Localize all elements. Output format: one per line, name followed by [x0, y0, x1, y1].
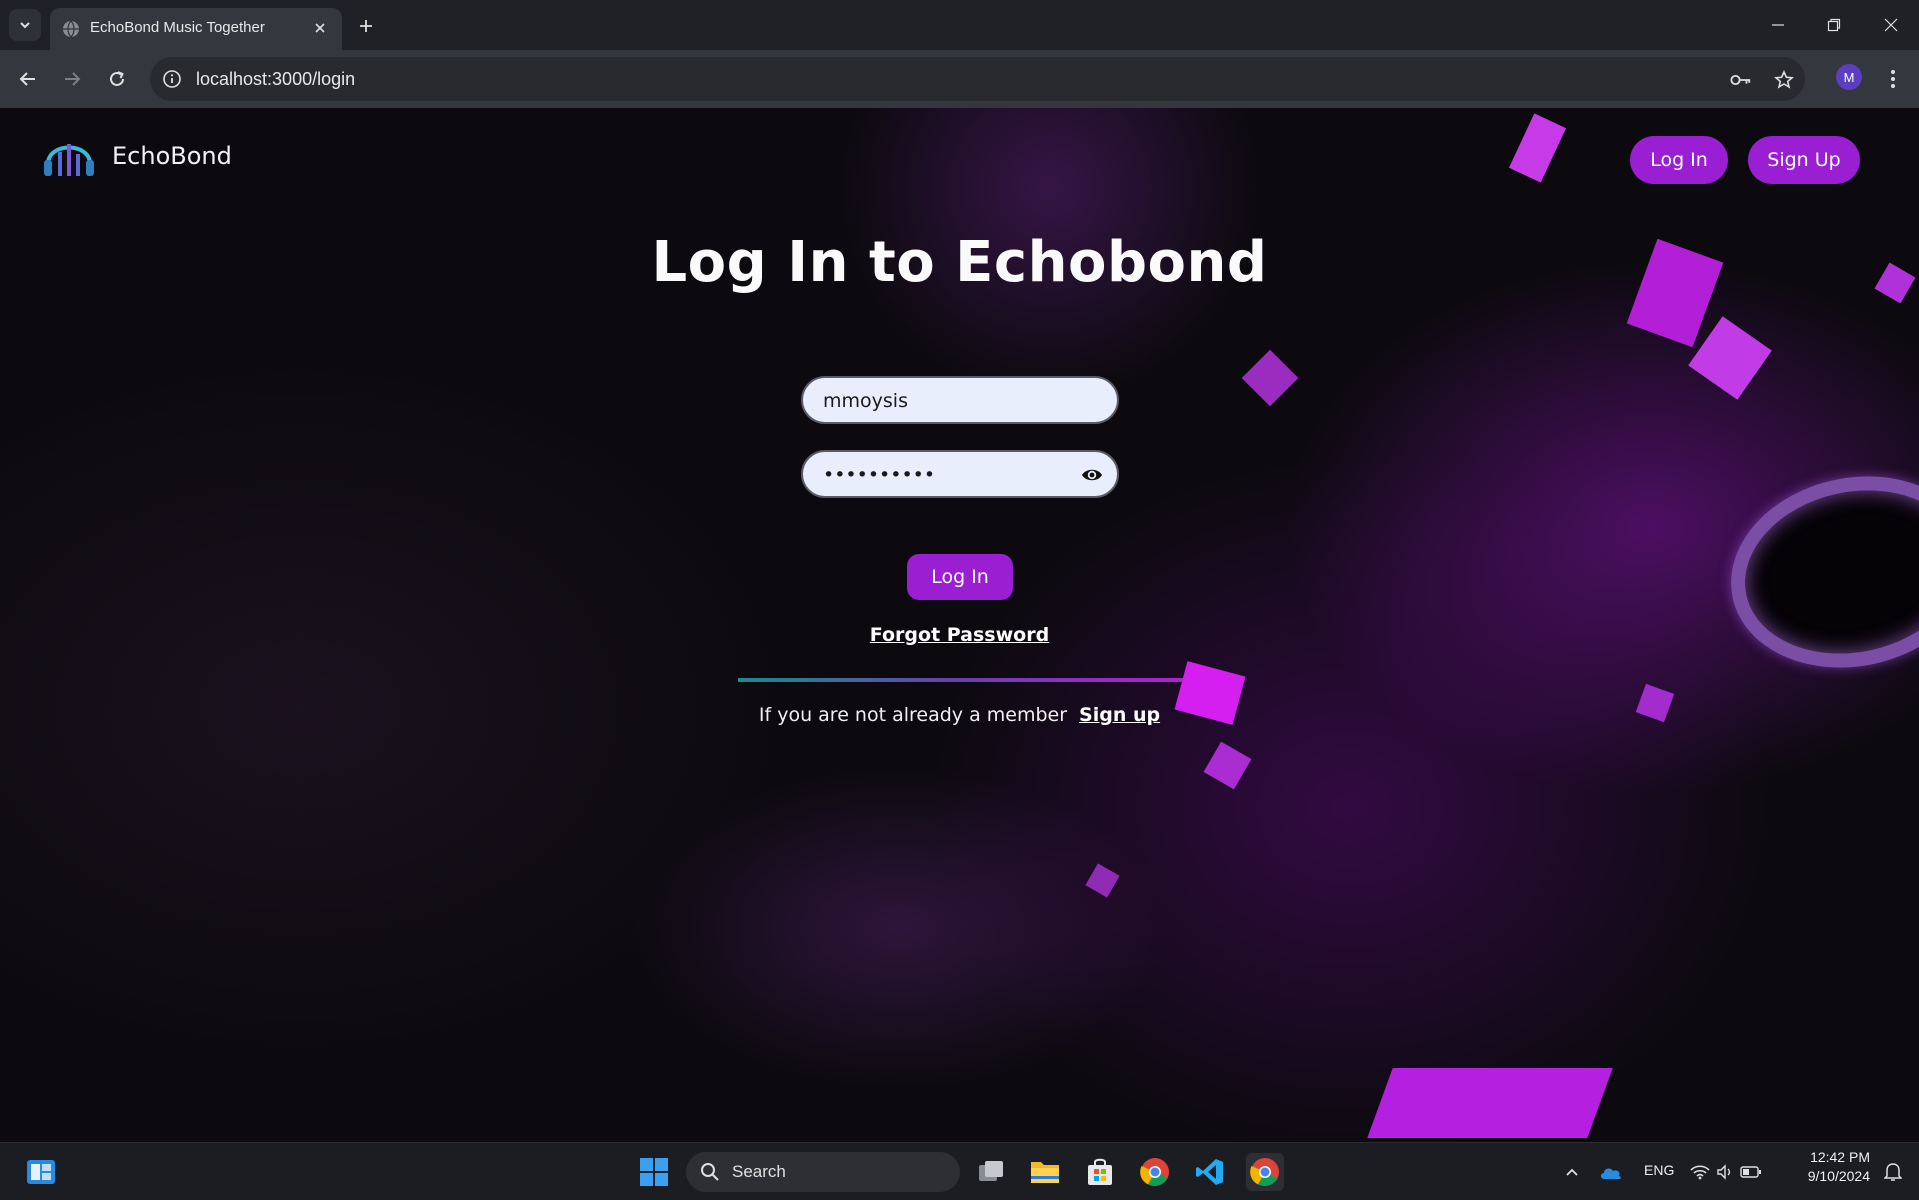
folder-icon	[1031, 1162, 1059, 1183]
brand-logo[interactable]: EchoBond	[40, 130, 232, 182]
shard-decoration	[1085, 863, 1120, 898]
minimize-icon	[1772, 24, 1784, 26]
store-icon	[1088, 1158, 1112, 1185]
password-key-button[interactable]	[1730, 69, 1752, 91]
clock[interactable]: 12:42 PM 9/10/2024	[1790, 1149, 1870, 1184]
taskbar-search[interactable]: Search	[686, 1152, 960, 1192]
quick-settings-button[interactable]	[1686, 1153, 1766, 1191]
browser-toolbar: localhost:3000/login M	[0, 50, 1919, 108]
login-submit-button[interactable]: Log In	[907, 554, 1013, 600]
search-icon	[701, 1163, 719, 1181]
new-tab-button[interactable]	[352, 12, 380, 40]
brand-name: EchoBond	[112, 142, 232, 170]
widgets-icon	[27, 1160, 55, 1184]
shard-decoration	[1688, 316, 1772, 400]
arrow-right-icon	[65, 72, 81, 86]
chrome-icon	[1250, 1158, 1279, 1187]
battery-icon	[1740, 1166, 1761, 1178]
arrow-left-icon	[19, 72, 35, 86]
restore-icon	[1827, 18, 1841, 32]
chevron-up-icon	[1566, 1168, 1578, 1176]
username-field[interactable]	[801, 376, 1119, 424]
username-input[interactable]	[821, 378, 1085, 424]
shard-decoration	[1241, 349, 1299, 407]
chrome-icon	[1140, 1158, 1169, 1187]
header-signup-button[interactable]: Sign Up	[1748, 136, 1860, 184]
browser-menu-button[interactable]	[1880, 64, 1906, 94]
tab-search-button[interactable]	[9, 9, 41, 41]
shard-decoration	[1203, 741, 1252, 790]
reload-icon	[110, 71, 124, 86]
store-button[interactable]	[1081, 1153, 1119, 1191]
forgot-password-link-text[interactable]: Forgot Password	[870, 624, 1049, 646]
bookmark-star-button[interactable]	[1773, 69, 1795, 91]
vscode-icon	[1196, 1159, 1223, 1185]
clock-time: 12:42 PM	[1810, 1149, 1870, 1165]
key-icon	[1730, 74, 1751, 86]
browser-tab[interactable]: EchoBond Music Together	[50, 8, 342, 50]
windows-logo-icon	[640, 1158, 668, 1186]
minimize-button[interactable]	[1750, 0, 1806, 50]
close-window-button[interactable]	[1863, 0, 1919, 50]
start-button[interactable]	[635, 1153, 673, 1191]
vinyl-ring-decoration	[1713, 454, 1919, 690]
chrome-button[interactable]	[1136, 1153, 1174, 1191]
tab-close-button[interactable]	[308, 16, 332, 40]
cloud-icon	[1601, 1168, 1621, 1179]
bell-icon	[1884, 1163, 1902, 1181]
signup-link[interactable]: Sign up	[1079, 704, 1160, 726]
forward-button[interactable]	[56, 63, 88, 95]
info-icon[interactable]	[162, 69, 182, 89]
taskbar: Search ENG 12:42 PM 9/10/2024	[0, 1142, 1919, 1200]
gradient-divider	[738, 678, 1183, 682]
chevron-down-icon	[20, 22, 30, 29]
back-button[interactable]	[12, 63, 44, 95]
member-prompt-text: If you are not already a member	[758, 704, 1068, 726]
headphones-logo-icon	[44, 144, 94, 176]
browser-tab-bar: EchoBond Music Together	[0, 0, 1919, 50]
globe-icon	[63, 20, 79, 38]
page-title: Log In to Echobond	[651, 230, 1268, 295]
widgets-button[interactable]	[22, 1153, 60, 1191]
notifications-button[interactable]	[1878, 1153, 1908, 1191]
onedrive-button[interactable]	[1592, 1153, 1630, 1191]
language-indicator[interactable]: ENG	[1644, 1162, 1674, 1178]
reload-button[interactable]	[101, 63, 133, 95]
password-field[interactable]	[801, 450, 1119, 498]
shard-decoration	[1367, 1068, 1613, 1138]
shard-decoration	[1508, 113, 1567, 183]
clock-date: 9/10/2024	[1807, 1168, 1870, 1184]
plus-icon	[360, 20, 372, 32]
wifi-icon	[1690, 1165, 1710, 1180]
profile-avatar[interactable]: M	[1836, 64, 1862, 90]
url-text: localhost:3000/login	[196, 69, 356, 89]
volume-icon	[1717, 1164, 1731, 1180]
page-viewport: EchoBond Log In Sign Up Log In to Echobo…	[0, 108, 1919, 1142]
star-icon	[1774, 70, 1794, 89]
vscode-button[interactable]	[1191, 1153, 1229, 1191]
search-label: Search	[732, 1162, 786, 1181]
tab-title: EchoBond Music Together	[90, 19, 265, 36]
header-login-button[interactable]: Log In	[1630, 136, 1728, 184]
show-hidden-icons-button[interactable]	[1553, 1153, 1591, 1191]
forgot-password-link: Forgot Password	[0, 624, 1919, 646]
more-vert-icon	[1891, 70, 1895, 88]
restore-button[interactable]	[1806, 0, 1862, 50]
task-view-icon	[979, 1161, 1003, 1181]
file-explorer-button[interactable]	[1026, 1153, 1064, 1191]
eye-icon[interactable]	[1081, 464, 1103, 486]
signup-prompt: If you are not already a member Sign up	[0, 704, 1919, 726]
close-icon	[315, 23, 325, 33]
close-icon	[1884, 18, 1898, 32]
address-bar[interactable]: localhost:3000/login	[150, 57, 1805, 101]
chrome-profile-button[interactable]	[1246, 1153, 1284, 1191]
task-view-button[interactable]	[972, 1153, 1010, 1191]
password-input[interactable]	[821, 452, 1085, 498]
